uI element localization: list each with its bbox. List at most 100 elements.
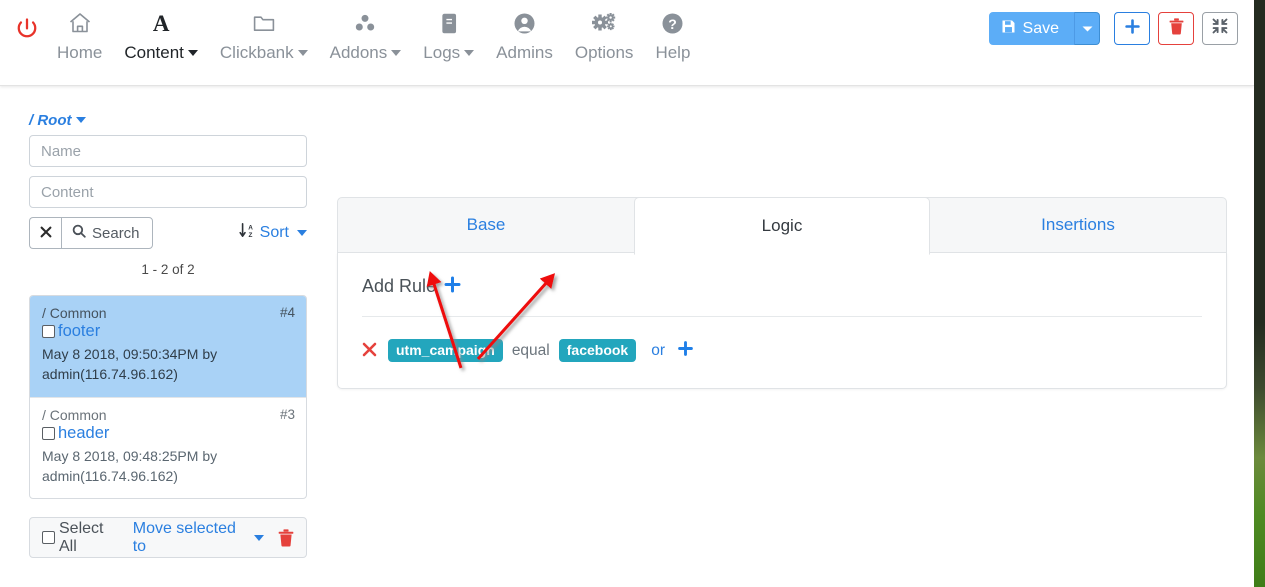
chevron-down-icon <box>464 50 474 56</box>
search-row: Search A Z Sort <box>29 217 307 249</box>
content-item-list: #4 / Common footer May 8 2018, 09:50:34P… <box>29 295 307 499</box>
breadcrumb[interactable]: / Root <box>29 112 307 129</box>
tab-base[interactable]: Base <box>338 198 634 252</box>
list-item-name[interactable]: footer <box>58 322 100 341</box>
editor-panel: Base Logic Insertions Add Rule <box>337 197 1227 389</box>
add-button[interactable] <box>1114 12 1150 45</box>
breadcrumb-label: / Root <box>29 112 72 129</box>
nav-item-label: Admins <box>496 44 553 61</box>
search-button-label: Search <box>92 225 140 242</box>
nav-item-help[interactable]: ? Help <box>644 10 701 61</box>
list-item-number: #4 <box>280 305 295 320</box>
nav-item-label: Help <box>655 44 690 61</box>
nav-item-home[interactable]: Home <box>46 10 113 61</box>
list-item-name-row: header <box>42 424 294 443</box>
nav-item-label: Options <box>575 44 634 61</box>
move-selected-label: Move selected to <box>133 520 245 556</box>
tab-label: Base <box>467 215 506 235</box>
power-icon[interactable] <box>14 16 40 47</box>
desktop-background-strip <box>1254 0 1265 587</box>
name-filter-input[interactable] <box>29 135 307 167</box>
select-all-checkbox[interactable] <box>42 531 55 544</box>
search-button[interactable]: Search <box>61 217 153 249</box>
nav-item-label: Clickbank <box>220 44 308 61</box>
sort-button-label: Sort <box>260 224 289 242</box>
list-item-name-row: footer <box>42 322 294 341</box>
save-button[interactable]: Save <box>989 12 1074 45</box>
collapse-button[interactable] <box>1202 12 1238 45</box>
sort-alpha-down-icon: A Z <box>239 222 256 244</box>
letter-a-icon: A <box>153 10 170 36</box>
trash-icon <box>278 529 294 547</box>
gears-icon <box>591 10 618 36</box>
chevron-down-icon <box>1082 20 1093 38</box>
list-item-name[interactable]: header <box>58 424 109 443</box>
delete-button[interactable] <box>1158 12 1194 45</box>
sort-button[interactable]: A Z Sort <box>239 222 307 244</box>
magnifier-icon <box>72 224 86 242</box>
tab-label: Logic <box>762 216 803 236</box>
bulk-delete-button[interactable] <box>278 529 294 547</box>
nav-item-options[interactable]: Options <box>564 10 645 61</box>
editor-tabs: Base Logic Insertions <box>337 197 1227 253</box>
rule-or-label: or <box>651 342 665 360</box>
list-item-meta: May 8 2018, 09:48:25PM by admin(116.74.9… <box>42 446 294 487</box>
rule-operator-label: equal <box>512 342 550 360</box>
rule-value-badge[interactable]: facebook <box>559 339 636 362</box>
home-icon <box>67 10 93 36</box>
nav-item-logs[interactable]: Logs <box>412 10 485 61</box>
nav-item-content[interactable]: A Content <box>113 10 209 61</box>
rule-field-badge[interactable]: utm_campaign <box>388 339 503 362</box>
select-all-label[interactable]: Select All <box>59 520 121 556</box>
screenshot-root: Home A Content Clickbank <box>0 0 1265 587</box>
list-item[interactable]: #3 / Common header May 8 2018, 09:48:25P… <box>30 398 306 499</box>
add-rule-label: Add Rule <box>362 276 436 297</box>
puzzle-icon <box>352 10 378 36</box>
top-navbar: Home A Content Clickbank <box>0 0 1254 86</box>
content-sidebar: / Root <box>29 112 307 558</box>
plus-icon <box>1124 18 1141 40</box>
tab-logic[interactable]: Logic <box>634 197 930 255</box>
plus-icon[interactable] <box>677 340 694 361</box>
nav-item-label: Home <box>57 44 102 61</box>
list-item-meta: May 8 2018, 09:50:34PM by admin(116.74.9… <box>42 344 294 385</box>
save-button-label: Save <box>1023 20 1059 38</box>
list-item-checkbox[interactable] <box>42 325 55 338</box>
user-icon <box>512 10 537 36</box>
chevron-down-icon <box>298 50 308 56</box>
add-rule-row: Add Rule <box>362 275 1202 317</box>
navbar-menu: Home A Content Clickbank <box>46 10 701 61</box>
help-icon: ? <box>660 10 685 36</box>
save-dropdown-button[interactable] <box>1074 12 1100 45</box>
plus-icon[interactable] <box>443 275 462 298</box>
chevron-down-icon <box>76 117 86 123</box>
tab-label: Insertions <box>1041 215 1115 235</box>
chevron-down-icon <box>254 535 264 541</box>
list-item-checkbox[interactable] <box>42 427 55 440</box>
logic-tab-content: Add Rule utm_campai <box>337 253 1227 389</box>
tab-insertions[interactable]: Insertions <box>930 198 1226 252</box>
move-selected-dropdown[interactable]: Move selected to <box>133 520 264 556</box>
chevron-down-icon <box>391 50 401 56</box>
list-item-number: #3 <box>280 407 295 422</box>
list-item[interactable]: #4 / Common footer May 8 2018, 09:50:34P… <box>30 296 306 398</box>
nav-item-admins[interactable]: Admins <box>485 10 564 61</box>
nav-item-clickbank[interactable]: Clickbank <box>209 10 319 61</box>
nav-item-addons[interactable]: Addons <box>319 10 413 61</box>
nav-item-label: Content <box>124 44 198 61</box>
red-x-icon[interactable] <box>362 342 377 360</box>
floppy-disk-icon <box>1001 19 1016 39</box>
trash-icon <box>1169 18 1184 40</box>
svg-text:A: A <box>248 224 253 231</box>
svg-text:Z: Z <box>248 232 252 239</box>
navbar-actions: Save <box>989 12 1238 45</box>
nav-item-label: Addons <box>330 44 402 61</box>
list-item-path: / Common <box>42 407 294 423</box>
clear-search-button[interactable] <box>29 217 61 249</box>
content-filter-input[interactable] <box>29 176 307 208</box>
folder-icon <box>251 10 277 36</box>
list-item-path: / Common <box>42 305 294 321</box>
bulk-actions-bar: Select All Move selected to <box>29 517 307 558</box>
page-body: / Root <box>0 86 1254 587</box>
close-x-icon <box>40 225 52 242</box>
